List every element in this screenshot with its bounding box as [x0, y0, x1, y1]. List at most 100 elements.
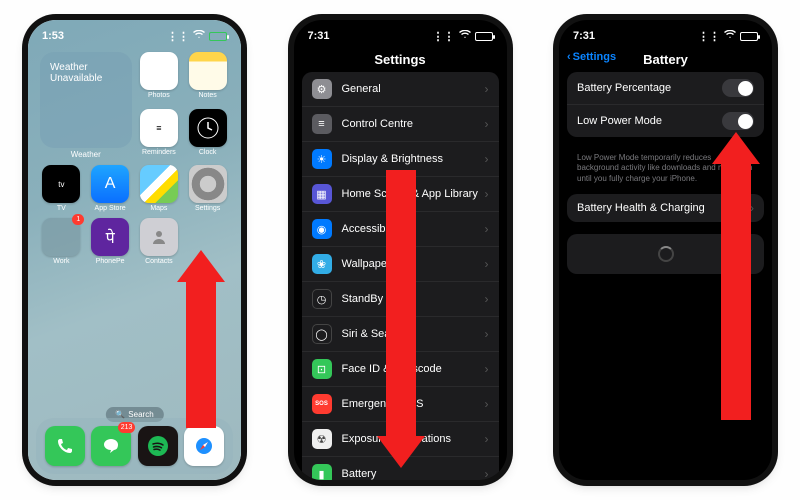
row-label: Low Power Mode	[577, 115, 662, 127]
app-label: Maps	[150, 205, 167, 212]
contacts-icon	[140, 218, 178, 256]
app-maps[interactable]: Maps	[138, 165, 181, 212]
battery-icon	[209, 32, 227, 41]
status-bar: 7:31 ⋮⋮	[294, 20, 507, 46]
dock-safari[interactable]	[184, 426, 224, 466]
signal-icon: ⋮⋮	[698, 30, 720, 43]
row-label: Battery Percentage	[577, 82, 671, 94]
annotation-arrow	[721, 160, 751, 420]
photos-icon: ❀	[140, 52, 178, 90]
app-label: Reminders	[142, 149, 176, 156]
app-notes[interactable]: Notes	[186, 52, 229, 103]
weather-widget-label: Weather	[40, 150, 132, 159]
row-label: Display & Brightness	[342, 153, 444, 165]
chevron-right-icon: ›	[485, 432, 489, 446]
wifi-icon	[724, 30, 736, 42]
app-reminders[interactable]: ≡ Reminders	[138, 109, 181, 160]
chevron-right-icon: ›	[485, 152, 489, 166]
status-time: 7:31	[573, 30, 595, 42]
back-label: Settings	[573, 51, 616, 63]
spotify-icon	[138, 426, 178, 466]
app-label: App Store	[95, 205, 126, 212]
app-appstore[interactable]: A App Store	[89, 165, 132, 212]
spinner-icon	[658, 246, 674, 262]
chevron-right-icon: ›	[485, 222, 489, 236]
toggle-switch[interactable]	[722, 79, 754, 97]
chevron-right-icon: ›	[485, 362, 489, 376]
status-time: 1:53	[42, 30, 64, 42]
dock-spotify[interactable]	[138, 426, 178, 466]
status-bar: 7:31 ⋮⋮	[559, 20, 772, 46]
app-label: TV	[57, 205, 66, 212]
app-settings[interactable]: Settings	[186, 165, 229, 212]
notes-icon	[189, 52, 227, 90]
toggle-switch[interactable]	[722, 112, 754, 130]
app-phonepe[interactable]: पे PhonePe	[89, 218, 132, 265]
chevron-right-icon: ›	[485, 467, 489, 480]
app-label: Work	[53, 258, 69, 265]
battery-toggle-group: Battery Percentage Low Power Mode	[567, 72, 764, 137]
person-icon: ◉	[312, 219, 332, 239]
settings-row-control-centre[interactable]: ≡Control Centre›	[302, 107, 499, 142]
chevron-right-icon: ›	[485, 187, 489, 201]
status-bar: 1:53 ⋮⋮	[28, 20, 241, 46]
faceid-icon: ⊡	[312, 359, 332, 379]
annotation-arrow	[386, 170, 416, 440]
exposure-icon: ☢	[312, 429, 332, 449]
row-battery-percentage[interactable]: Battery Percentage	[567, 72, 764, 105]
status-right: ⋮⋮	[698, 30, 758, 43]
status-right: ⋮⋮	[433, 30, 493, 43]
row-label: Battery Health & Charging	[577, 202, 705, 214]
battery-icon	[740, 32, 758, 41]
phone-icon	[45, 426, 85, 466]
chevron-right-icon: ›	[485, 257, 489, 271]
dock-phone[interactable]	[45, 426, 85, 466]
settings-row-general[interactable]: ⚙ General ›	[302, 72, 499, 107]
row-label: StandBy	[342, 293, 384, 305]
phonepe-icon: पे	[91, 218, 129, 256]
app-photos[interactable]: ❀ Photos	[138, 52, 181, 103]
sun-icon: ☀	[312, 149, 332, 169]
settings-icon	[189, 165, 227, 203]
clock-icon: ◷	[312, 289, 332, 309]
app-label: Clock	[199, 149, 217, 156]
wifi-icon	[193, 30, 205, 42]
clock-icon	[189, 109, 227, 147]
row-label: General	[342, 83, 381, 95]
badge: 213	[118, 422, 136, 433]
wifi-icon	[459, 30, 471, 42]
app-label: Settings	[195, 205, 220, 212]
gear-icon: ⚙	[312, 79, 332, 99]
flower-icon: ❀	[312, 254, 332, 274]
row-label: Battery	[342, 468, 377, 480]
app-label: PhonePe	[96, 258, 125, 265]
battery-icon: ▮	[312, 464, 332, 480]
badge: 1	[72, 214, 84, 225]
phone-settings-list: 7:31 ⋮⋮ Settings ⚙General›≡Control Centr…	[294, 20, 507, 480]
weather-widget[interactable]: Weather Unavailable	[40, 52, 132, 148]
chevron-right-icon: ›	[485, 82, 489, 96]
app-tv[interactable]: tv TV	[40, 165, 83, 212]
page-title: Battery	[643, 52, 688, 67]
sos-icon: SOS	[312, 394, 332, 414]
reminders-icon: ≡	[140, 109, 178, 147]
appstore-icon: A	[91, 165, 129, 203]
app-label: Contacts	[145, 258, 173, 265]
home-grid: Weather Unavailable Weather ❀ Photos Not…	[28, 46, 241, 265]
chevron-left-icon: ‹	[567, 51, 571, 63]
phone-battery-settings: 7:31 ⋮⋮ ‹ Settings Battery Battery Perce…	[559, 20, 772, 480]
signal-icon: ⋮⋮	[167, 30, 189, 43]
dock-messages[interactable]: 213	[91, 426, 131, 466]
app-clock[interactable]: Clock	[186, 109, 229, 160]
app-work-folder[interactable]: 1 Work	[40, 218, 83, 265]
app-label: Notes	[198, 92, 216, 99]
back-button[interactable]: ‹ Settings	[567, 51, 616, 63]
app-contacts[interactable]: Contacts	[138, 218, 181, 265]
grid-icon: ▦	[312, 184, 332, 204]
app-label: Photos	[148, 92, 170, 99]
chevron-right-icon: ›	[485, 397, 489, 411]
tv-icon: tv	[42, 165, 80, 203]
chevron-right-icon: ›	[485, 117, 489, 131]
battery-icon	[475, 32, 493, 41]
row-label: Control Centre	[342, 118, 414, 130]
